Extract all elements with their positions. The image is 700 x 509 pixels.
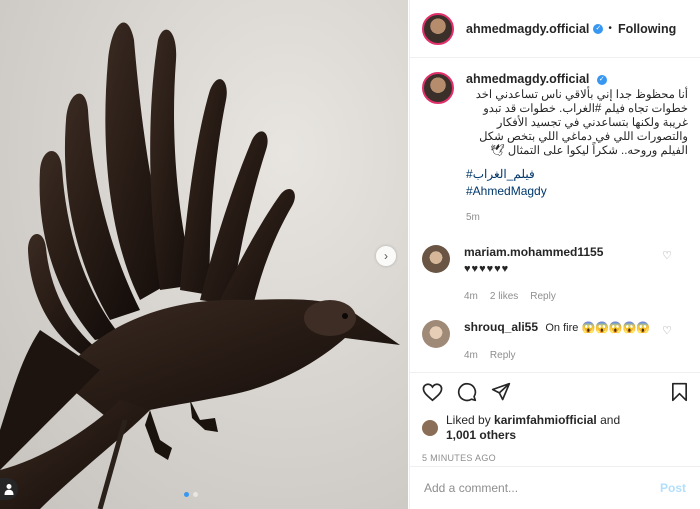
post-side-panel: ahmedmagdy.official ✓ • Following ahmedm… — [409, 0, 700, 509]
caption-username[interactable]: ahmedmagdy.official — [466, 72, 589, 86]
comment-avatar[interactable] — [422, 320, 450, 348]
likes-prefix: Liked by — [446, 413, 491, 427]
chevron-right-icon: › — [384, 249, 388, 263]
comment-input[interactable] — [424, 481, 660, 495]
avatar[interactable] — [422, 12, 454, 45]
comment-item: shrouq_ali55 On fire 😱😱😱😱😱 4m Reply ♡ — [422, 320, 688, 361]
hashtag-link-ar[interactable]: #فيلم_الغراب — [466, 166, 688, 183]
comment-time: 4m — [464, 291, 478, 302]
likes-others-link[interactable]: 1,001 others — [446, 428, 516, 442]
post-header: ahmedmagdy.official ✓ • Following — [410, 0, 700, 58]
post-comment-button[interactable]: Post — [660, 481, 686, 495]
user-tag-icon — [4, 484, 14, 495]
hashtag-link-en[interactable]: #AhmedMagdy — [466, 183, 688, 200]
share-icon[interactable] — [491, 382, 511, 402]
comment-like-heart-icon[interactable]: ♡ — [662, 249, 672, 262]
carousel-dot-1 — [184, 492, 189, 497]
carousel-next-button[interactable]: › — [376, 246, 396, 266]
post-image[interactable]: › — [0, 0, 408, 509]
comment-reply-button[interactable]: Reply — [490, 350, 516, 361]
caption-time: 5m — [466, 212, 480, 223]
comment-username[interactable]: mariam.mohammed1155 — [464, 245, 603, 259]
carousel-dot-2 — [193, 492, 198, 497]
post-actions: Liked by karimfahmiofficial and 1,001 ot… — [410, 372, 700, 463]
comment-icon[interactable] — [457, 382, 477, 402]
post-timestamp: 5 MINUTES AGO — [422, 453, 496, 463]
comment-like-heart-icon[interactable]: ♡ — [662, 324, 672, 337]
comment-avatar[interactable] — [422, 245, 450, 273]
liker-avatar[interactable] — [422, 420, 438, 436]
header-separator: • — [608, 23, 612, 34]
liker-username[interactable]: karimfahmiofficial — [494, 413, 597, 427]
likes-summary: Liked by karimfahmiofficial and 1,001 ot… — [422, 413, 688, 443]
heart-icon[interactable] — [422, 382, 443, 402]
add-comment-bar: Post — [410, 466, 700, 509]
caption-avatar[interactable] — [422, 72, 454, 104]
bookmark-icon[interactable] — [671, 382, 688, 402]
crow-sculpture-photo — [0, 0, 408, 509]
comments-section[interactable]: ahmedmagdy.official ✓ أنا محظوظ جدا إني … — [410, 58, 700, 370]
comment-text: ♥♥♥♥♥♥ — [464, 263, 510, 275]
comment-time: 4m — [464, 350, 478, 361]
comment-username[interactable]: shrouq_ali55 — [464, 320, 538, 334]
post-username[interactable]: ahmedmagdy.official — [466, 22, 589, 36]
comment-item: mariam.mohammed1155 ♥♥♥♥♥♥ 4m 2 likes Re… — [422, 245, 688, 302]
carousel-indicator — [184, 492, 198, 497]
caption: ahmedmagdy.official ✓ أنا محظوظ جدا إني … — [422, 72, 688, 223]
verified-badge-icon: ✓ — [593, 23, 604, 34]
comment-text: On fire 😱😱😱😱😱 — [545, 322, 650, 334]
following-button[interactable]: Following — [618, 22, 676, 36]
verified-badge-icon: ✓ — [596, 74, 607, 85]
caption-text: أنا محظوظ جدا إني بألاقي ناس تساعدني اخد… — [475, 89, 688, 157]
likes-and: and — [600, 413, 621, 427]
comment-likes[interactable]: 2 likes — [490, 291, 518, 302]
comment-reply-button[interactable]: Reply — [530, 291, 556, 302]
